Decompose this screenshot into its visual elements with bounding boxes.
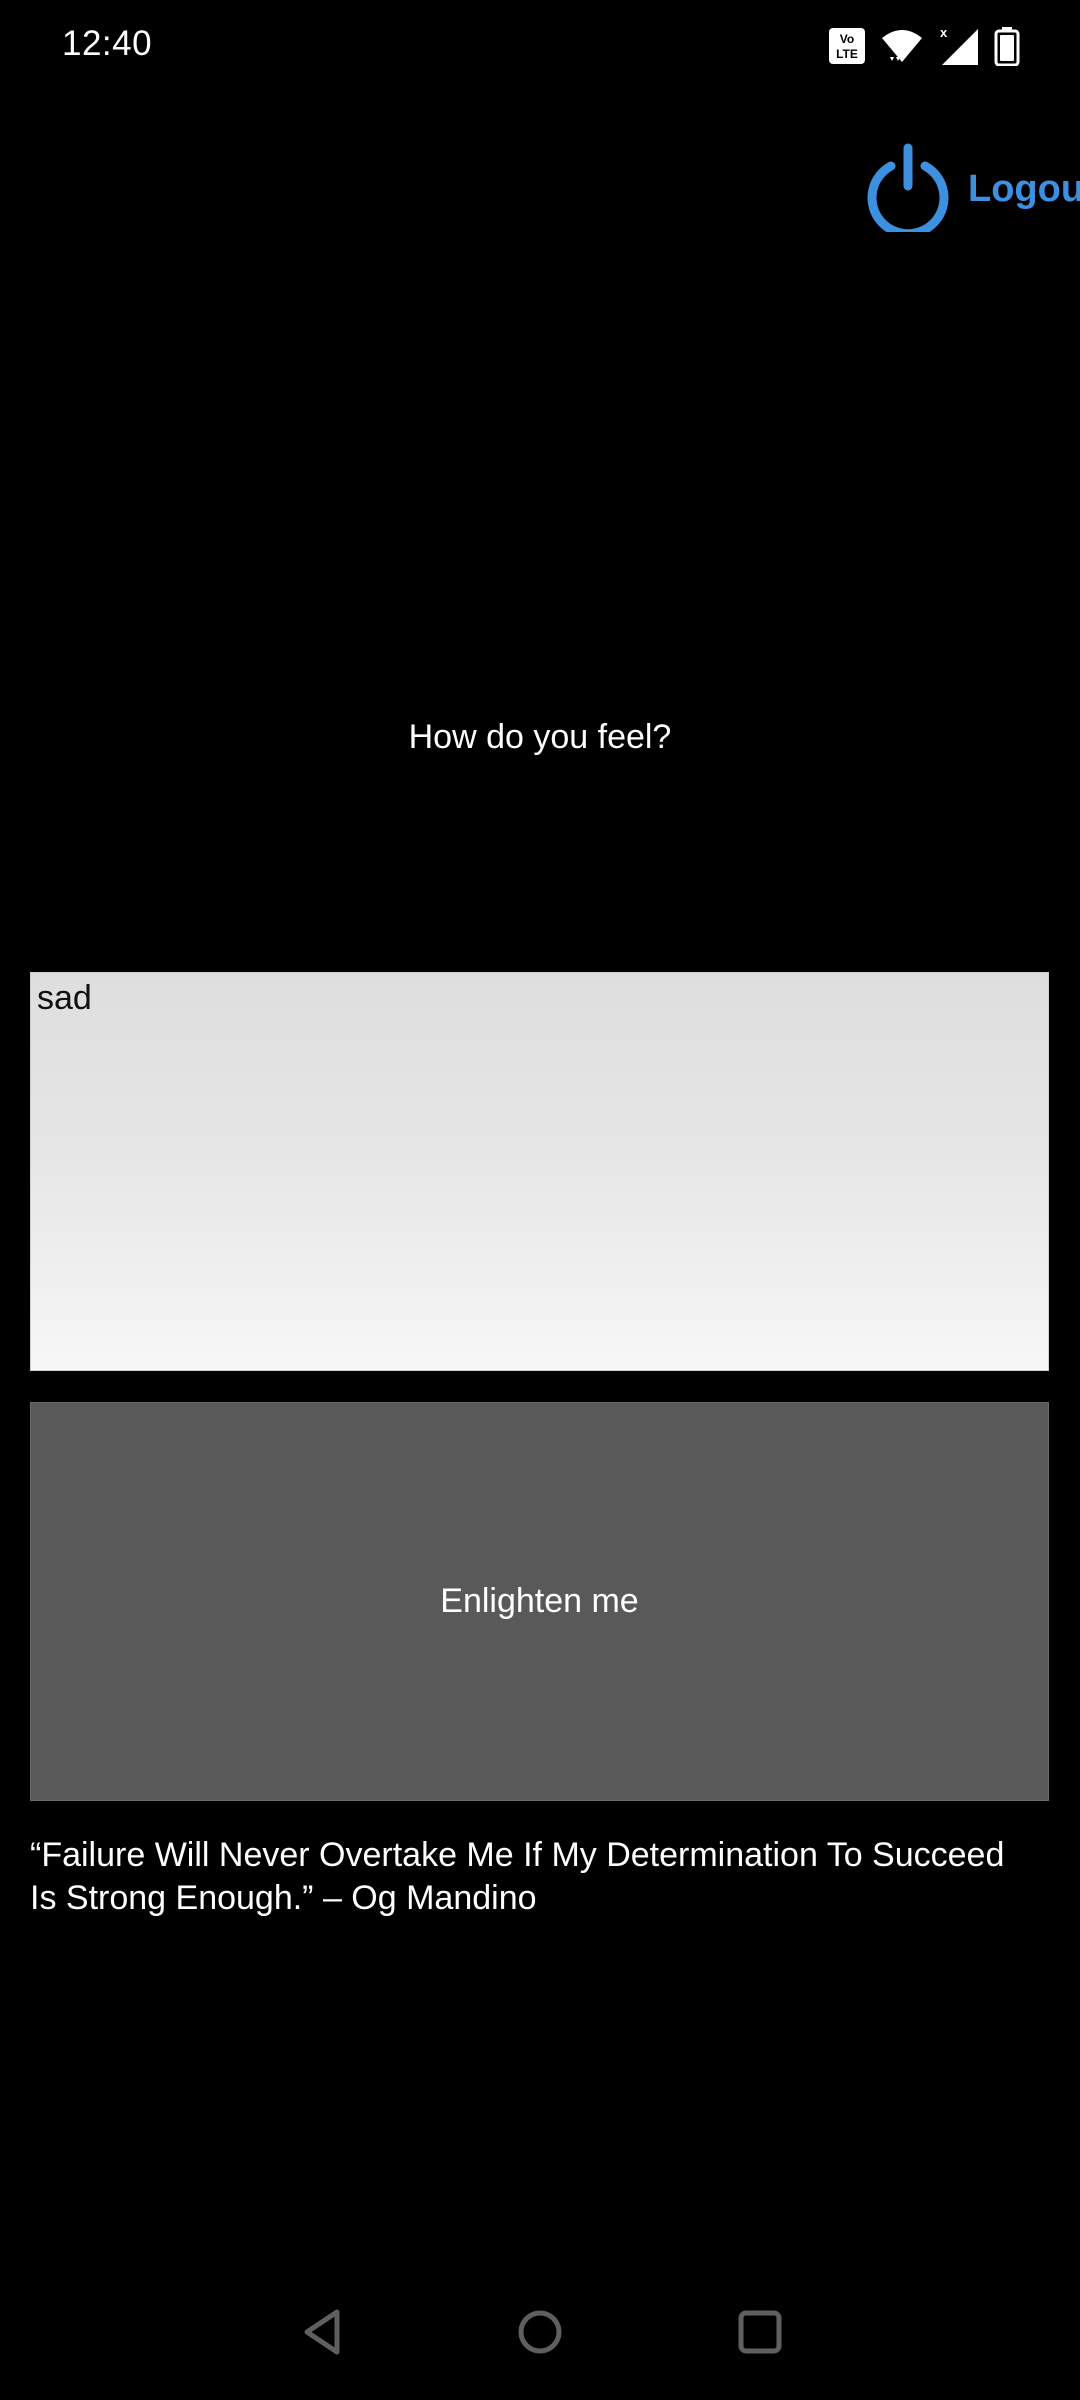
- status-bar: 12:40 Vo LTE x: [0, 0, 1080, 92]
- svg-text:LTE: LTE: [836, 47, 858, 61]
- battery-icon: [994, 26, 1020, 66]
- logout-button[interactable]: Logout: [866, 142, 1080, 238]
- wifi-icon: [880, 26, 924, 66]
- navigation-bar: [0, 2280, 1080, 2384]
- recents-icon[interactable]: [732, 2304, 788, 2360]
- power-icon: [866, 142, 950, 238]
- status-icons: Vo LTE x: [828, 22, 1020, 70]
- mood-input[interactable]: sad: [30, 972, 1049, 1371]
- volte-icon: Vo LTE: [828, 27, 866, 65]
- svg-text:Vo: Vo: [840, 32, 854, 46]
- back-icon[interactable]: [294, 2304, 350, 2360]
- quote-text: “Failure Will Never Overtake Me If My De…: [30, 1836, 1005, 1917]
- cellular-signal-icon: x: [938, 25, 980, 67]
- prompt-text: How do you feel?: [408, 718, 672, 756]
- enlighten-button-label: Enlighten me: [440, 1582, 639, 1620]
- svg-text:x: x: [940, 25, 948, 40]
- logout-label: Logout: [968, 167, 1080, 210]
- enlighten-button[interactable]: Enlighten me: [30, 1402, 1049, 1801]
- app-screen: 12:40 Vo LTE x Logou How do you feel? sa…: [0, 0, 1080, 2400]
- home-icon[interactable]: [512, 2304, 568, 2360]
- status-time: 12:40: [62, 24, 153, 63]
